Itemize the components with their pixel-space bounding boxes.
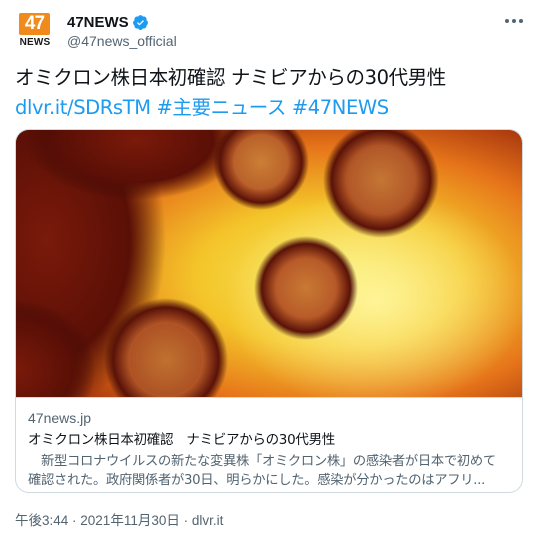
display-name[interactable]: 47NEWS: [67, 14, 129, 31]
card-description: 新型コロナウイルスの新たな変異株「オミクロン株」の感染者が日本で初めて 確認され…: [28, 452, 510, 490]
hashtag-link-2[interactable]: #47NEWS: [292, 96, 389, 119]
logo-number: 47: [19, 13, 50, 35]
card-domain: 47news.jp: [28, 410, 92, 426]
meta-separator: ·: [68, 513, 81, 528]
card-description-line1: 新型コロナウイルスの新たな変異株「オミクロン株」の感染者が日本で初めて: [28, 454, 496, 469]
link-card[interactable]: 47news.jp オミクロン株日本初確認 ナミビアからの30代男性 新型コロナ…: [15, 129, 523, 493]
hashtag-link-1[interactable]: #主要ニュース: [156, 96, 286, 119]
card-image: [16, 130, 522, 397]
avatar[interactable]: 47 NEWS: [15, 10, 55, 50]
tweet-time[interactable]: 午後3:44: [15, 513, 68, 528]
card-description-line2: 確認された。政府関係者が30日、明らかにした。感染が分かったのはアフリ...: [28, 473, 485, 488]
card-title: オミクロン株日本初確認 ナミビアからの30代男性: [28, 432, 335, 448]
meta-separator-2: ·: [179, 513, 192, 528]
tweet-link[interactable]: dlvr.it/SDRsTM: [15, 96, 151, 119]
handle[interactable]: @47news_official: [67, 33, 177, 49]
user-info: 47NEWS @47news_official: [67, 12, 177, 49]
tweet-text-line2: dlvr.it/SDRsTM #主要ニュース #47NEWS: [15, 93, 530, 123]
logo-text: NEWS: [19, 37, 51, 48]
tweet: 47 NEWS 47NEWS @47news_official オミクロン株日本…: [0, 0, 541, 542]
tweet-source[interactable]: dlvr.it: [192, 513, 224, 528]
card-meta: 47news.jp オミクロン株日本初確認 ナミビアからの30代男性 新型コロナ…: [16, 397, 522, 492]
more-options-icon[interactable]: [504, 14, 524, 28]
verified-badge-icon: [132, 15, 148, 30]
tweet-date[interactable]: 2021年11月30日: [80, 513, 180, 528]
tweet-text-line1: オミクロン株日本初確認 ナミビアからの30代男性: [15, 66, 446, 89]
tweet-meta: 午後3:44 · 2021年11月30日 · dlvr.it: [15, 509, 223, 529]
tweet-text: オミクロン株日本初確認 ナミビアからの30代男性 dlvr.it/SDRsTM …: [15, 63, 530, 123]
